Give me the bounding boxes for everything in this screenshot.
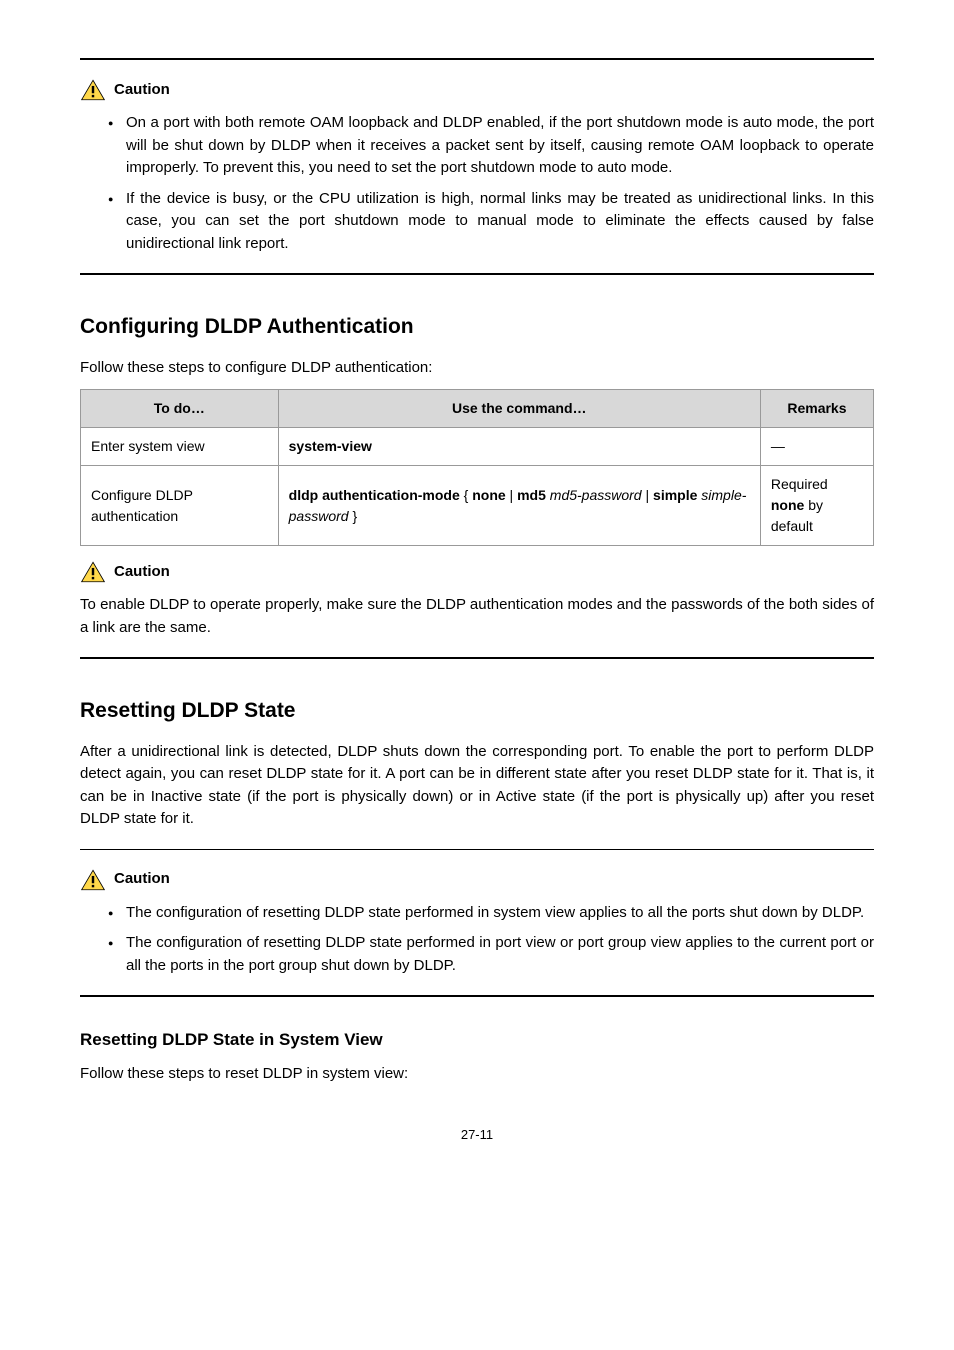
section-heading-reset: Resetting DLDP State xyxy=(80,695,874,727)
th-todo: To do… xyxy=(81,390,279,428)
subsection-heading-reset-sys: Resetting DLDP State in System View xyxy=(80,1027,874,1053)
th-remarks: Remarks xyxy=(760,390,873,428)
page-number: 27-11 xyxy=(80,1125,874,1145)
section-heading-auth: Configuring DLDP Authentication xyxy=(80,311,874,343)
list-item: The configuration of resetting DLDP stat… xyxy=(108,932,874,977)
cell-cmd: dldp authentication-mode { none | md5 md… xyxy=(278,466,760,546)
table-row: Enter system view system-view — xyxy=(81,428,874,466)
caution-header-3: Caution xyxy=(80,868,874,892)
reset-text: After a unidirectional link is detected,… xyxy=(80,741,874,831)
cell-todo: Enter system view xyxy=(81,428,279,466)
warning-triangle-icon xyxy=(80,78,106,102)
cmd-bold: dldp authentication-mode xyxy=(289,487,460,503)
table-header-row: To do… Use the command… Remarks xyxy=(81,390,874,428)
th-cmd: Use the command… xyxy=(278,390,760,428)
cell-remarks: Required none by default xyxy=(760,466,873,546)
table-row: Configure DLDP authentication dldp authe… xyxy=(81,466,874,546)
warning-triangle-icon xyxy=(80,560,106,584)
auth-intro: Follow these steps to configure DLDP aut… xyxy=(80,357,874,380)
reset-rule xyxy=(80,849,874,850)
reset-sys-intro: Follow these steps to reset DLDP in syst… xyxy=(80,1063,874,1086)
cell-remarks: — xyxy=(760,428,873,466)
caution-label-3: Caution xyxy=(114,868,170,891)
cell-cmd: system-view xyxy=(278,428,760,466)
caution3-bottom-rule xyxy=(80,995,874,997)
auth-table: To do… Use the command… Remarks Enter sy… xyxy=(80,389,874,546)
remarks-none: none xyxy=(771,497,804,513)
cmd-bold: system-view xyxy=(289,438,372,454)
list-item: The configuration of resetting DLDP stat… xyxy=(108,902,874,925)
warning-triangle-icon xyxy=(80,868,106,892)
caution-label-1: Caution xyxy=(114,79,170,102)
cell-todo: Configure DLDP authentication xyxy=(81,466,279,546)
caution2-text: To enable DLDP to operate properly, make… xyxy=(80,594,874,639)
caution1-bottom-rule xyxy=(80,273,874,275)
caution-header-2: Caution xyxy=(80,560,874,584)
caution3-bullets: The configuration of resetting DLDP stat… xyxy=(80,902,874,978)
list-item: On a port with both remote OAM loopback … xyxy=(108,112,874,180)
list-item: If the device is busy, or the CPU utiliz… xyxy=(108,188,874,256)
caution1-bullets: On a port with both remote OAM loopback … xyxy=(80,112,874,255)
caution-label-2: Caution xyxy=(114,561,170,584)
caution-header-1: Caution xyxy=(80,78,874,102)
top-rule xyxy=(80,58,874,60)
caution2-bottom-rule xyxy=(80,657,874,659)
remarks-line1: Required xyxy=(771,476,828,492)
